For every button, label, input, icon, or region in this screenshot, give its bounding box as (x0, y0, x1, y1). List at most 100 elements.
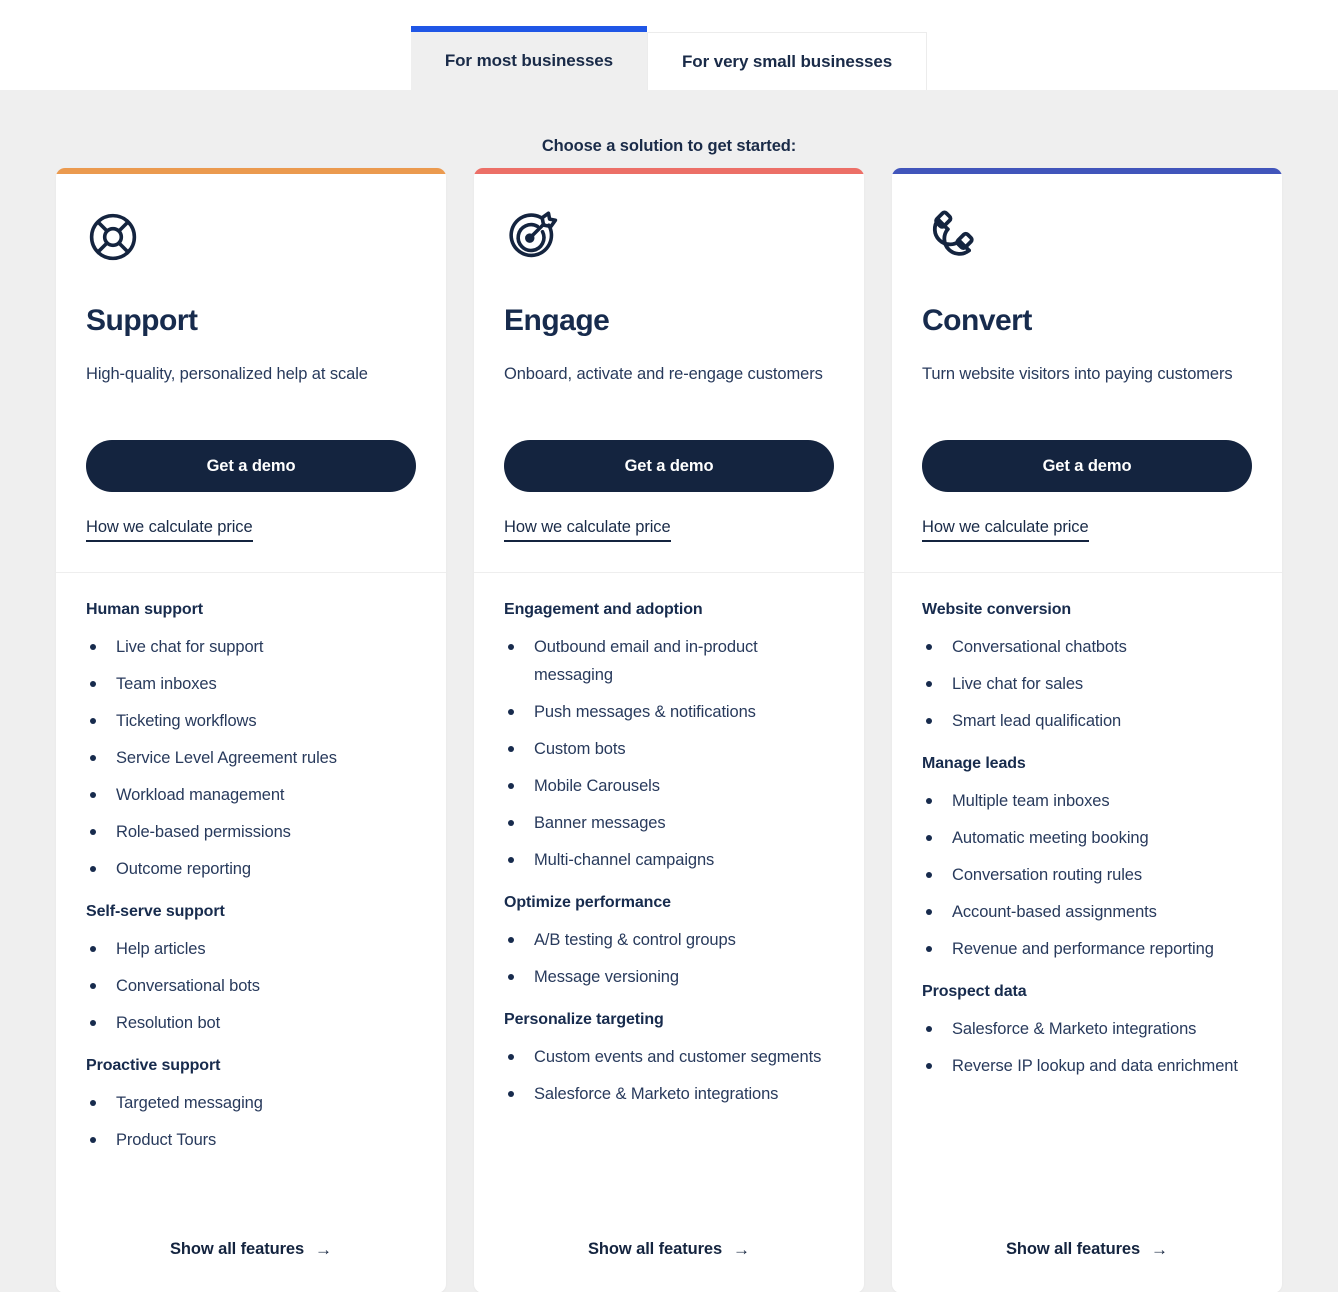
feature-group: Proactive support Targeted messaging Produ… (86, 1057, 416, 1154)
card-description: High-quality, personalized help at scale (86, 365, 368, 383)
feature-item: Mobile Carousels (504, 772, 834, 800)
feature-list: Live chat for support Team inboxes Ticketi… (86, 633, 416, 883)
page-title: Choose a solution to get started: (541, 137, 797, 155)
card-description: Onboard, activate and re-engage customer… (504, 365, 823, 383)
lifebuoy-icon (86, 210, 416, 264)
feature-group-title: Engagement and adoption (504, 601, 703, 618)
card-header: Engage Onboard, activate and re-engage cu… (474, 168, 864, 573)
show-all-features-label: Show all features (588, 1240, 723, 1258)
feature-list: Outbound email and in-product messaging P… (504, 633, 834, 874)
card-header: Support High-quality, personalized help a… (56, 168, 446, 573)
target-dart-icon (504, 210, 834, 264)
how-we-calculate-price-link[interactable]: How we calculate price (504, 518, 671, 542)
card-feature-body: Engagement and adoption Outbound email an… (474, 573, 864, 1214)
feature-item: Ticketing workflows (86, 707, 416, 735)
arrow-right-icon: → (733, 1240, 750, 1259)
feature-group-title: Proactive support (86, 1057, 221, 1074)
feature-item: Automatic meeting booking (922, 824, 1252, 852)
show-all-features-link[interactable]: Show all features → (1006, 1240, 1168, 1259)
show-all-features-label: Show all features (1006, 1240, 1141, 1258)
show-all-features-link[interactable]: Show all features → (170, 1240, 332, 1259)
feature-item: Smart lead qualification (922, 707, 1252, 735)
card-title: Engage (504, 304, 610, 337)
card-accent-bar (56, 168, 446, 174)
feature-item: Conversational chatbots (922, 633, 1252, 661)
feature-group: Optimize performance A/B testing & contro… (504, 894, 834, 991)
card-accent-bar (474, 168, 864, 174)
tab-for-very-small-businesses[interactable]: For very small businesses (647, 32, 928, 90)
feature-item: Salesforce & Marketo integrations (504, 1080, 834, 1108)
feature-item: Push messages & notifications (504, 698, 834, 726)
feature-item: Outbound email and in-product messaging (504, 633, 834, 689)
card-footer: Show all features → (474, 1214, 864, 1292)
arrow-right-icon: → (1151, 1240, 1168, 1259)
feature-item: Team inboxes (86, 670, 416, 698)
card-feature-body: Human support Live chat for support Team i… (56, 573, 446, 1214)
feature-item: Conversational bots (86, 972, 416, 1000)
plan-card-engage: Engage Onboard, activate and re-engage cu… (474, 168, 864, 1292)
feature-item: Service Level Agreement rules (86, 744, 416, 772)
feature-group: Engagement and adoption Outbound email an… (504, 601, 834, 874)
feature-group: Manage leads Multiple team inboxes Automat… (922, 755, 1252, 963)
feature-group-title: Prospect data (922, 983, 1027, 1000)
feature-item: Workload management (86, 781, 416, 809)
how-we-calculate-price-link[interactable]: How we calculate price (922, 518, 1089, 542)
tab-for-most-businesses[interactable]: For most businesses (410, 26, 648, 90)
feature-group: Personalize targeting Custom events and c… (504, 1011, 834, 1108)
feature-item: Targeted messaging (86, 1089, 416, 1117)
feature-group-title: Website conversion (922, 601, 1072, 618)
card-footer: Show all features → (892, 1214, 1282, 1292)
card-title: Convert (922, 304, 1032, 337)
feature-item: Account-based assignments (922, 898, 1252, 926)
feature-item: Multiple team inboxes (922, 787, 1252, 815)
feature-item: Conversation routing rules (922, 861, 1252, 889)
feature-item: Help articles (86, 935, 416, 963)
card-description: Turn website visitors into paying custom… (922, 365, 1233, 383)
feature-item: Message versioning (504, 963, 834, 991)
card-feature-body: Website conversion Conversational chatbot… (892, 573, 1282, 1214)
get-a-demo-button[interactable]: Get a demo (86, 440, 416, 492)
feature-group-title: Human support (86, 601, 203, 618)
feature-group: Website conversion Conversational chatbot… (922, 601, 1252, 735)
tab-label: For most businesses (444, 51, 614, 70)
tab-label: For very small businesses (682, 51, 893, 71)
feature-group-title: Optimize performance (504, 894, 671, 911)
feature-item: Salesforce & Marketo integrations (922, 1015, 1252, 1043)
get-a-demo-button[interactable]: Get a demo (922, 440, 1252, 492)
feature-item: Multi-channel campaigns (504, 846, 834, 874)
feature-item: Reverse IP lookup and data enrichment (922, 1052, 1252, 1080)
feature-item: Custom bots (504, 735, 834, 763)
feature-group: Self-serve support Help articles Conversat… (86, 903, 416, 1037)
feature-group-title: Self-serve support (86, 903, 225, 920)
show-all-features-link[interactable]: Show all features → (588, 1240, 750, 1259)
magnet-icon (922, 210, 1252, 264)
how-we-calculate-price-link[interactable]: How we calculate price (86, 518, 253, 542)
card-footer: Show all features → (56, 1214, 446, 1292)
feature-list: Salesforce & Marketo integrations Reverse… (922, 1015, 1252, 1080)
plan-card-convert: Convert Turn website visitors into paying… (892, 168, 1282, 1292)
plan-card-support: Support High-quality, personalized help a… (56, 168, 446, 1292)
plan-card-row: Support High-quality, personalized help a… (0, 168, 1338, 1292)
feature-item: Revenue and performance reporting (922, 935, 1252, 963)
feature-group-title: Personalize targeting (504, 1011, 664, 1028)
feature-group-title: Manage leads (922, 755, 1026, 772)
get-a-demo-button[interactable]: Get a demo (504, 440, 834, 492)
feature-item: Product Tours (86, 1126, 416, 1154)
feature-list: Multiple team inboxes Automatic meeting b… (922, 787, 1252, 963)
audience-tab-bar: For most businesses For very small busin… (0, 0, 1338, 90)
feature-list: Custom events and customer segments Sales… (504, 1043, 834, 1108)
arrow-right-icon: → (315, 1240, 332, 1259)
feature-item: Banner messages (504, 809, 834, 837)
feature-group: Prospect data Salesforce & Marketo integr… (922, 983, 1252, 1080)
card-accent-bar (892, 168, 1282, 174)
feature-item: Outcome reporting (86, 855, 416, 883)
feature-list: Conversational chatbots Live chat for sal… (922, 633, 1252, 735)
feature-item: Live chat for support (86, 633, 416, 661)
pricing-page: For most businesses For very small busin… (0, 0, 1338, 1292)
feature-item: A/B testing & control groups (504, 926, 834, 954)
tab-active-indicator (410, 26, 648, 32)
card-title: Support (86, 304, 198, 337)
card-header: Convert Turn website visitors into paying… (892, 168, 1282, 573)
feature-list: Help articles Conversational bots Resoluti… (86, 935, 416, 1037)
feature-list: A/B testing & control groups Message vers… (504, 926, 834, 991)
